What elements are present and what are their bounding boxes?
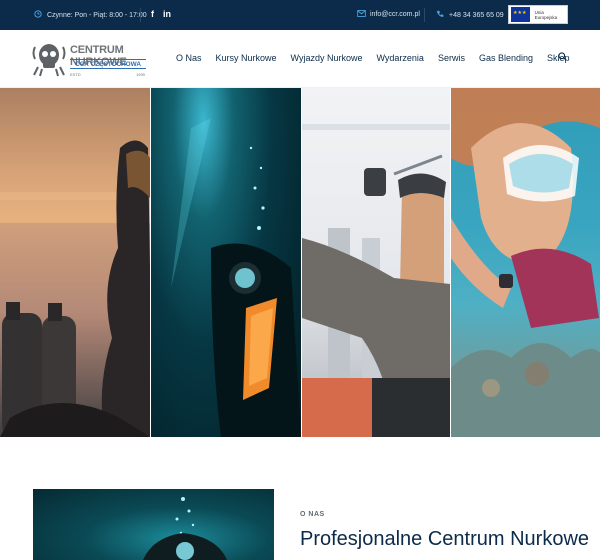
gallery-image-service-technician[interactable]: [302, 88, 450, 437]
eu-badge[interactable]: Unia Europejska: [508, 5, 568, 24]
divider: [140, 8, 141, 22]
phone-text[interactable]: +48 34 365 65 09: [449, 12, 504, 19]
nav-item-kursy-nurkowe[interactable]: Kursy Nurkowe: [216, 53, 277, 63]
nav-item-wydarzenia[interactable]: Wydarzenia: [377, 53, 424, 63]
site-header: CENTRUM NURKOWE CCR CZĘSTOCHOWA ESTD 199…: [0, 30, 600, 88]
logo-subtitle: CCR CZĘSTOCHOWA: [70, 59, 146, 69]
eu-flag-icon: [511, 7, 530, 22]
cave-diver-illustration: [171, 118, 301, 437]
eu-badge-label: Unia Europejska: [534, 9, 558, 20]
divider: [424, 8, 425, 22]
social-links: f in: [151, 9, 171, 19]
phone-icon: [436, 10, 444, 20]
about-image-diver: [33, 489, 274, 560]
section-title: Profesjonalne Centrum Nurkowe: [300, 528, 590, 550]
email-link[interactable]: info@ccr.com.pl: [357, 10, 420, 19]
facebook-icon[interactable]: f: [151, 9, 154, 19]
nav-item-serwis[interactable]: Serwis: [438, 53, 465, 63]
nav-item-o-nas[interactable]: O Nas: [176, 53, 202, 63]
section-kicker: O NAS: [300, 511, 325, 518]
diver-skull-logo-icon: [32, 44, 66, 77]
nav-item-wyjazdy-nurkowe[interactable]: Wyjazdy Nurkowe: [291, 53, 363, 63]
mail-icon: [357, 10, 366, 19]
gallery-image-diver-sunset[interactable]: [0, 88, 150, 437]
search-icon[interactable]: [558, 52, 567, 63]
gallery-image-snorkeler-reef[interactable]: [451, 88, 600, 437]
nav-item-gas-blending[interactable]: Gas Blending: [479, 53, 533, 63]
email-text[interactable]: info@ccr.com.pl: [370, 11, 420, 18]
diver-sunset-illustration: [0, 140, 150, 437]
logo-estd: ESTD: [70, 72, 81, 77]
hero-gallery: [0, 88, 600, 437]
diver-bubbles-illustration: [143, 497, 227, 560]
gallery-image-cave-diver[interactable]: [151, 88, 301, 437]
main-navigation: O Nas Kursy Nurkowe Wyjazdy Nurkowe Wyda…: [176, 52, 584, 63]
linkedin-icon[interactable]: in: [163, 9, 171, 19]
opening-hours: Czynne: Pon - Piąt: 8:00 - 17:00: [34, 10, 147, 20]
top-bar: Czynne: Pon - Piąt: 8:00 - 17:00 f in in…: [0, 0, 600, 30]
logo-year: 1999: [136, 72, 145, 77]
clock-icon: [34, 10, 42, 20]
opening-hours-text: Czynne: Pon - Piąt: 8:00 - 17:00: [47, 11, 147, 19]
snorkeler-reef-illustration: [451, 88, 600, 437]
service-technician-illustration: [302, 124, 450, 437]
phone-link[interactable]: +48 34 365 65 09: [436, 10, 504, 20]
site-logo[interactable]: CENTRUM NURKOWE CCR CZĘSTOCHOWA ESTD 199…: [32, 41, 150, 77]
